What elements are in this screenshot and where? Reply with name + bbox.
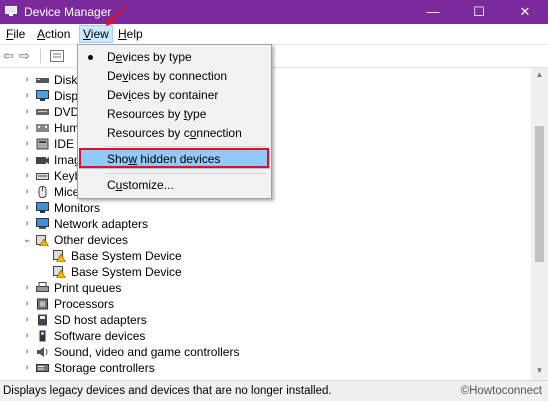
menu-file[interactable]: File: [3, 26, 28, 42]
menu-item-resources-by-type[interactable]: Resources by type: [79, 105, 270, 124]
tree-item-label: Disp: [54, 89, 79, 103]
window-title: Device Manager: [24, 5, 112, 19]
menu-item-label: Devices by connection: [107, 69, 228, 83]
menu-item-devices-by-type[interactable]: Devices by type: [79, 48, 270, 67]
expand-arrow-icon[interactable]: ›: [22, 344, 32, 360]
minimize-button[interactable]: —: [410, 0, 456, 24]
menu-item-customize[interactable]: Customize...: [79, 176, 270, 195]
expand-arrow-icon[interactable]: ›: [22, 328, 32, 344]
dvd-drive-icon: [36, 109, 49, 115]
annotation-arrow-icon: [106, 5, 127, 26]
menu-separator: [106, 146, 266, 147]
scrollbar-thumb[interactable]: [535, 126, 544, 262]
scroll-up-icon[interactable]: ▲: [531, 70, 548, 79]
vertical-scrollbar[interactable]: ▲ ▼: [531, 68, 548, 380]
expand-arrow-icon[interactable]: ›: [22, 184, 32, 200]
expand-arrow-icon[interactable]: ›: [22, 312, 32, 328]
ide-controller-icon: [36, 138, 49, 150]
speaker-icon: [37, 347, 48, 357]
tree-item-label: Print queues: [54, 281, 122, 295]
view-menu-dropdown: Devices by type Devices by connection De…: [77, 44, 272, 199]
menu-help[interactable]: Help: [115, 26, 146, 42]
expand-arrow-icon[interactable]: ›: [22, 72, 32, 88]
tree-item-label: Base System Device: [71, 265, 182, 279]
expand-arrow-icon[interactable]: ›: [22, 88, 32, 104]
tree-item-label: Mice: [54, 185, 80, 199]
warning-device-icon: [53, 250, 66, 262]
watermark: ©Howtoconnect: [460, 385, 542, 397]
collapse-arrow-icon[interactable]: ⌄: [22, 232, 32, 248]
warning-device-icon: [53, 266, 66, 278]
expand-arrow-icon[interactable]: ›: [22, 200, 32, 216]
back-button[interactable]: ⇦: [3, 49, 14, 63]
menu-item-devices-by-container[interactable]: Devices by container: [79, 86, 270, 105]
processor-icon: [37, 298, 48, 310]
menu-separator: [106, 173, 266, 174]
tree-item-label: Processors: [54, 297, 115, 311]
menu-item-label: Devices by type: [107, 50, 192, 64]
tree-item-label: Other devices: [54, 233, 129, 247]
title-bar: Device Manager — ☐ ✕: [0, 0, 548, 24]
expand-arrow-icon[interactable]: ›: [22, 360, 32, 376]
disk-drive-icon: [36, 78, 49, 83]
menu-item-label: Devices by container: [107, 88, 219, 102]
forward-button[interactable]: ⇨: [19, 49, 30, 63]
close-button[interactable]: ✕: [502, 0, 548, 24]
mouse-icon: [38, 186, 47, 198]
network-adapter-icon: [36, 218, 49, 229]
menu-item-label: Resources by type: [107, 107, 207, 121]
highlight-annotation-box: [79, 148, 269, 168]
tree-item-label: Hum: [54, 121, 80, 135]
tree-item-label: Network adapters: [54, 217, 149, 231]
tree-item-label: Sound, video and game controllers: [54, 345, 240, 359]
expand-arrow-icon[interactable]: ›: [22, 280, 32, 296]
expand-arrow-icon[interactable]: ›: [22, 120, 32, 136]
tree-item-label: Software devices: [54, 329, 146, 343]
tree-item-label: SD host adapters: [54, 313, 147, 327]
sd-card-icon: [38, 314, 47, 326]
printer-icon: [36, 282, 49, 292]
expand-arrow-icon[interactable]: ›: [22, 168, 32, 184]
storage-controller-icon: [36, 364, 49, 372]
software-device-icon: [39, 330, 46, 342]
tree-item-label: Storage controllers: [54, 361, 155, 375]
expand-arrow-icon[interactable]: ›: [22, 136, 32, 152]
radio-bullet-icon: [88, 55, 93, 60]
display-adapter-icon: [36, 90, 49, 101]
status-text: Displays legacy devices and devices that…: [3, 385, 332, 397]
expand-arrow-icon[interactable]: ›: [22, 152, 32, 168]
status-bar: Displays legacy devices and devices that…: [0, 380, 548, 401]
toolbar-separator: [40, 49, 41, 63]
expand-arrow-icon[interactable]: ›: [22, 104, 32, 120]
expand-arrow-icon[interactable]: ›: [22, 216, 32, 232]
monitor-icon: [36, 202, 49, 213]
tree-item-label: Base System Device: [71, 249, 182, 263]
imaging-device-icon: [36, 157, 49, 164]
scroll-down-icon[interactable]: ▼: [531, 366, 548, 375]
keyboard-icon: [36, 173, 49, 180]
human-interface-icon: [36, 124, 49, 132]
maximize-button[interactable]: ☐: [456, 0, 502, 24]
properties-icon[interactable]: [50, 50, 64, 62]
menu-item-label: Resources by connection: [107, 126, 242, 140]
menu-action[interactable]: Action: [34, 26, 73, 42]
tree-item-label: DVD: [54, 105, 80, 119]
menu-view[interactable]: View: [79, 25, 113, 43]
menu-item-devices-by-connection[interactable]: Devices by connection: [79, 67, 270, 86]
menu-item-label: Customize...: [107, 178, 174, 192]
menu-bar: File Action View Help: [0, 24, 548, 45]
tree-item-label: Monitors: [54, 201, 101, 215]
menu-item-resources-by-connection[interactable]: Resources by connection: [79, 124, 270, 143]
expand-arrow-icon[interactable]: ›: [22, 296, 32, 312]
tree-item-label: Disk: [54, 73, 78, 87]
device-manager-icon: [5, 6, 17, 16]
unknown-device-icon: [36, 235, 49, 246]
